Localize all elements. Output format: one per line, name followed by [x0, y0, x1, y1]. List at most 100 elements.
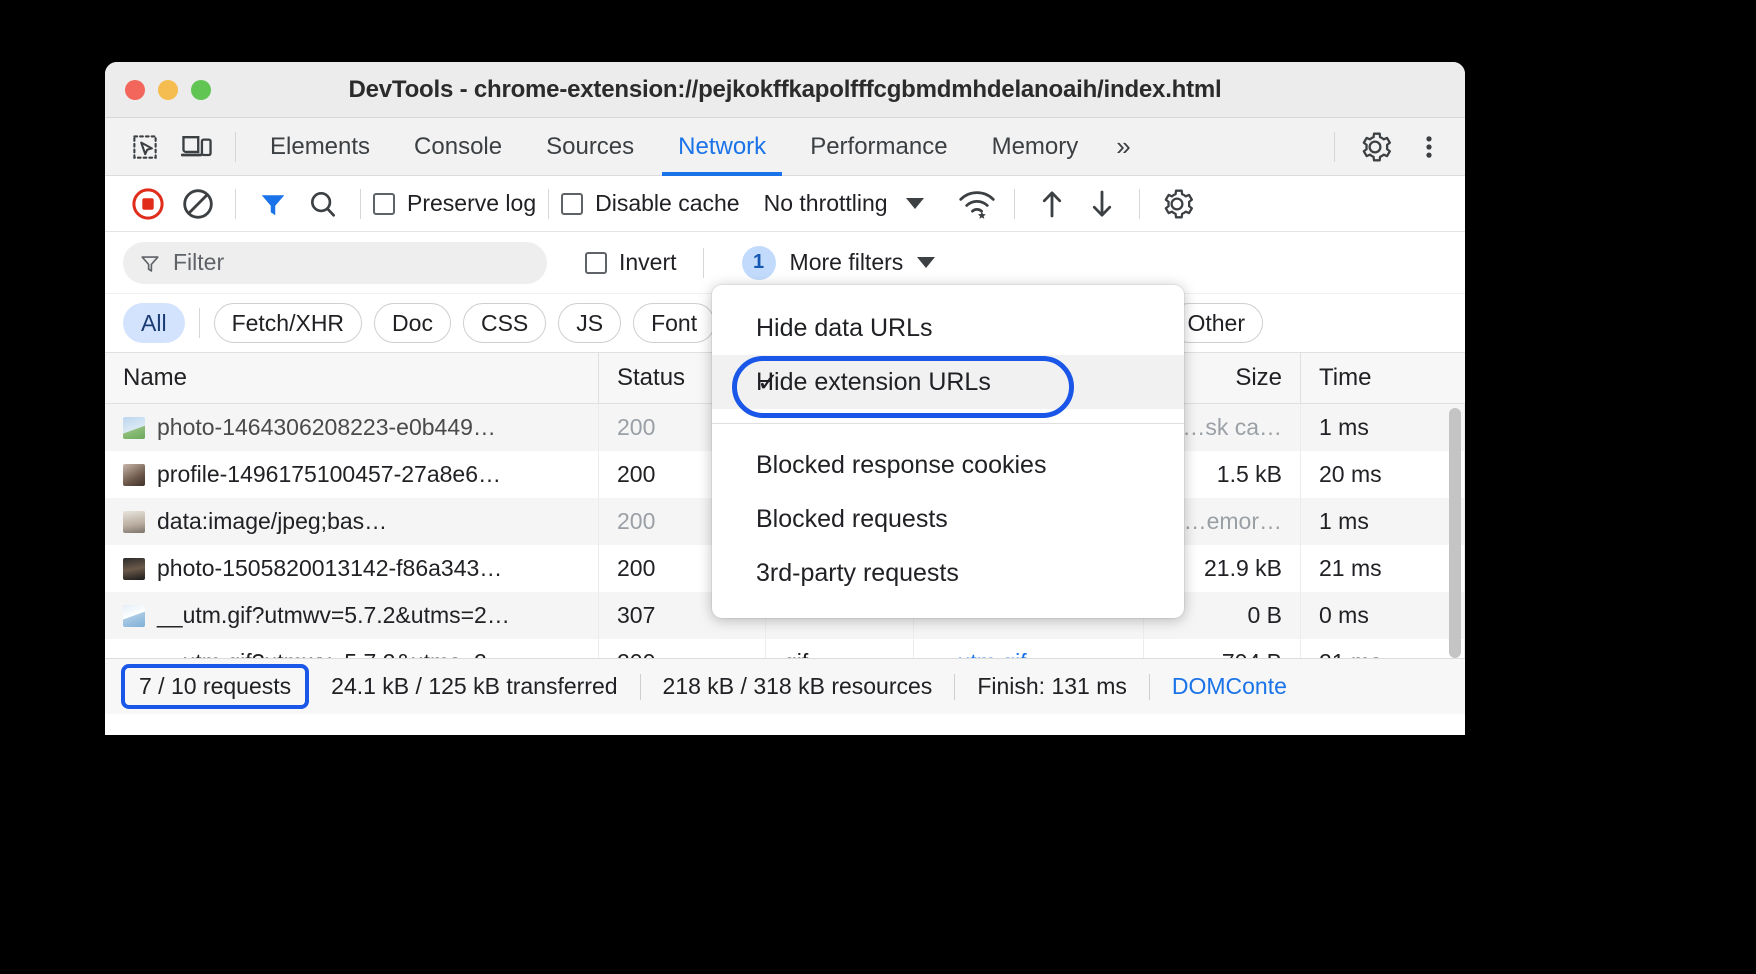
tab-console[interactable]: Console — [392, 118, 524, 176]
network-settings-gear-icon[interactable] — [1152, 184, 1202, 224]
maximize-window-button[interactable] — [191, 80, 211, 100]
tab-performance[interactable]: Performance — [788, 118, 969, 176]
tabbar-divider-right — [1334, 132, 1335, 162]
resource-thumbnail-icon — [123, 417, 145, 439]
upload-arrow-icon[interactable] — [1027, 184, 1077, 224]
cell-time: 0 ms — [1301, 592, 1465, 639]
tab-label: Memory — [992, 133, 1079, 161]
network-toolbar: Preserve log Disable cache No throttling — [105, 176, 1465, 232]
tab-memory[interactable]: Memory — [970, 118, 1101, 176]
wifi-settings-icon[interactable] — [952, 184, 1002, 224]
download-arrow-icon[interactable] — [1077, 184, 1127, 224]
cell-time: 20 ms — [1301, 451, 1465, 498]
table-scrollbar[interactable] — [1449, 408, 1461, 658]
column-header-time[interactable]: Time — [1301, 352, 1465, 404]
domcontentloaded-time: DOMConte — [1150, 673, 1309, 700]
disable-cache-label: Disable cache — [595, 190, 739, 217]
tab-label: Network — [678, 133, 766, 161]
toolbar-divider-2 — [360, 189, 361, 219]
menu-item-hide-data-urls[interactable]: Hide data URLs — [712, 301, 1184, 355]
tab-label: Elements — [270, 133, 370, 161]
menu-item-blocked-response-cookies[interactable]: Blocked response cookies — [712, 438, 1184, 492]
settings-gear-icon[interactable] — [1349, 125, 1401, 169]
chevron-down-icon — [917, 257, 935, 268]
cell-size: 704 B — [1144, 639, 1301, 658]
checkbox-box — [561, 193, 583, 215]
toolbar-divider-3 — [548, 189, 549, 219]
cell-time: 1 ms — [1301, 498, 1465, 545]
close-window-button[interactable] — [125, 80, 145, 100]
tab-elements[interactable]: Elements — [248, 118, 392, 176]
throttling-dropdown[interactable]: No throttling — [764, 190, 924, 217]
chevron-down-icon — [906, 198, 924, 209]
cell-name: photo-1464306208223-e0b449… — [105, 404, 599, 451]
initiator-link[interactable]: __utm.gif — [932, 649, 1027, 658]
menu-item-label: 3rd-party requests — [756, 559, 959, 588]
table-row[interactable]: __utm.gif?utmwv=5.7.2&utms=2… 200 gif __… — [105, 639, 1465, 658]
toolbar-divider-4 — [1014, 189, 1015, 219]
cell-type: gif — [766, 639, 914, 658]
menu-item-label: Blocked response cookies — [756, 451, 1046, 480]
tab-label: Console — [414, 133, 502, 161]
chip-font[interactable]: Font — [633, 303, 715, 343]
request-name: profile-1496175100457-27a8e6… — [157, 461, 501, 488]
request-name: photo-1505820013142-f86a343… — [157, 555, 502, 582]
finish-time: Finish: 131 ms — [955, 673, 1149, 700]
clear-icon[interactable] — [173, 184, 223, 224]
cell-name: photo-1505820013142-f86a343… — [105, 545, 599, 592]
menu-item-blocked-requests[interactable]: Blocked requests — [712, 492, 1184, 546]
filter-funnel-icon[interactable] — [248, 184, 298, 224]
chip-label: CSS — [481, 310, 528, 337]
cell-name: __utm.gif?utmwv=5.7.2&utms=2… — [105, 592, 599, 639]
tab-label: Sources — [546, 133, 634, 161]
kebab-menu-icon[interactable] — [1403, 125, 1455, 169]
preserve-log-label: Preserve log — [407, 190, 536, 217]
request-name: photo-1464306208223-e0b449… — [157, 414, 496, 441]
more-tabs-icon[interactable]: » — [1100, 131, 1142, 162]
cell-initiator[interactable]: __utm.gif — [914, 639, 1144, 658]
checkbox-box — [373, 193, 395, 215]
column-header-name[interactable]: Name — [105, 352, 599, 404]
more-filters-dropdown[interactable]: 1 More filters — [742, 246, 936, 280]
menu-separator — [712, 423, 1184, 424]
request-name: __utm.gif?utmwv=5.7.2&utms=2… — [157, 602, 510, 629]
more-filters-label: More filters — [790, 249, 904, 276]
cell-name: __utm.gif?utmwv=5.7.2&utms=2… — [105, 639, 599, 658]
filter-input[interactable]: Filter — [123, 242, 547, 284]
chip-label: Font — [651, 310, 697, 337]
tab-sources[interactable]: Sources — [524, 118, 656, 176]
cell-time: 21 ms — [1301, 639, 1465, 658]
search-icon[interactable] — [298, 184, 348, 224]
cell-time: 21 ms — [1301, 545, 1465, 592]
chip-js[interactable]: JS — [558, 303, 621, 343]
filter-placeholder: Filter — [173, 249, 224, 276]
preserve-log-checkbox[interactable]: Preserve log — [373, 190, 536, 217]
minimize-window-button[interactable] — [158, 80, 178, 100]
requests-count-highlight: 7 / 10 requests — [121, 664, 309, 709]
network-status-bar: 7 / 10 requests 24.1 kB / 125 kB transfe… — [105, 658, 1465, 714]
inspect-element-icon[interactable] — [119, 125, 171, 169]
menu-item-3rd-party-requests[interactable]: 3rd-party requests — [712, 546, 1184, 600]
menu-item-label: Hide data URLs — [756, 314, 932, 343]
resource-thumbnail-icon — [123, 605, 145, 627]
disable-cache-checkbox[interactable]: Disable cache — [561, 190, 739, 217]
chip-label: All — [141, 310, 167, 337]
chip-fetch-xhr[interactable]: Fetch/XHR — [214, 303, 362, 343]
chip-css[interactable]: CSS — [463, 303, 546, 343]
chip-all[interactable]: All — [123, 303, 185, 343]
device-toolbar-icon[interactable] — [171, 125, 223, 169]
cell-name: data:image/jpeg;bas… — [105, 498, 599, 545]
filter-divider — [703, 248, 704, 278]
tab-network[interactable]: Network — [656, 118, 788, 176]
invert-checkbox[interactable]: Invert — [585, 249, 677, 276]
tabbar-divider — [235, 132, 236, 162]
resources-size: 218 kB / 318 kB resources — [641, 673, 955, 700]
tab-label: Performance — [810, 133, 947, 161]
menu-item-hide-extension-urls[interactable]: ✓ Hide extension URLs — [712, 355, 1184, 409]
record-stop-icon[interactable] — [123, 184, 173, 224]
panel-tabbar: Elements Console Sources Network Perform… — [105, 118, 1465, 176]
check-icon: ✓ — [757, 367, 779, 398]
request-name: data:image/jpeg;bas… — [157, 508, 387, 535]
chip-label: Doc — [392, 310, 433, 337]
chip-doc[interactable]: Doc — [374, 303, 451, 343]
